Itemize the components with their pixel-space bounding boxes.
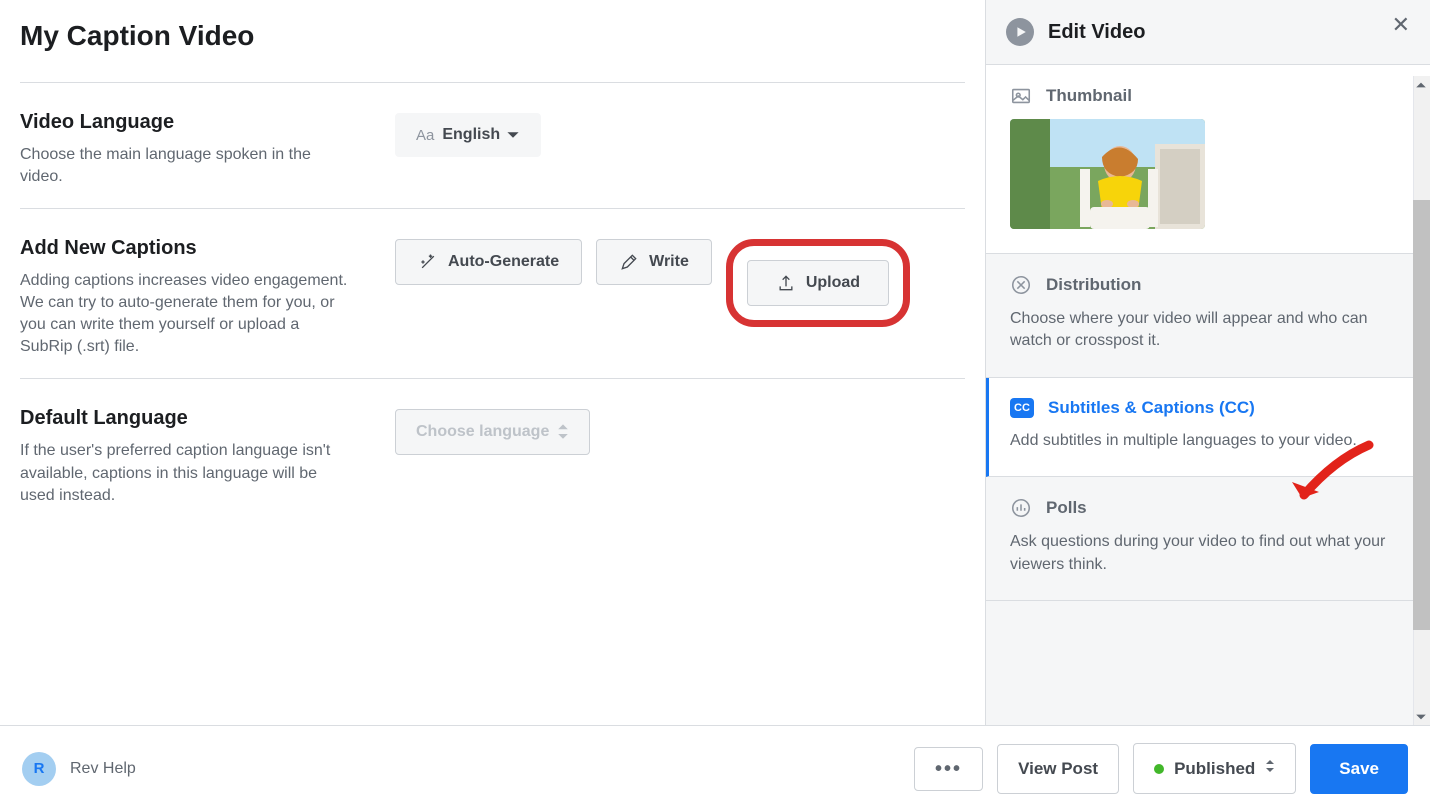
sort-icon (1265, 758, 1275, 774)
video-language-dropdown[interactable]: Aa English (395, 113, 541, 157)
play-icon (1006, 18, 1034, 46)
auto-generate-label: Auto-Generate (448, 253, 559, 271)
sidebar-item-distribution[interactable]: Distribution Choose where your video wil… (986, 254, 1430, 378)
write-label: Write (649, 253, 689, 271)
default-language-section: Default Language If the user's preferred… (20, 407, 965, 526)
magic-wand-icon (418, 252, 438, 272)
distribution-icon (1010, 274, 1032, 296)
scroll-down-button[interactable] (1415, 710, 1428, 723)
published-dropdown[interactable]: Published (1133, 743, 1296, 794)
add-captions-heading: Add New Captions (20, 237, 355, 260)
add-captions-section: Add New Captions Adding captions increas… (20, 237, 965, 379)
sidebar-title: Edit Video (1048, 21, 1145, 44)
avatar-name: Rev Help (70, 760, 136, 778)
caret-down-icon (506, 128, 520, 142)
upload-button[interactable]: Upload (747, 260, 889, 306)
pencil-icon (619, 252, 639, 272)
more-button[interactable]: ••• (914, 747, 983, 791)
page-title: My Caption Video (20, 20, 965, 52)
default-language-placeholder: Choose language (416, 423, 549, 441)
image-icon (1010, 85, 1032, 107)
divider (20, 82, 965, 83)
write-button[interactable]: Write (596, 239, 712, 285)
edit-video-sidebar: Edit Video ✕ Thumbnail (985, 0, 1430, 811)
avatar[interactable]: R (22, 752, 56, 786)
polls-label: Polls (1046, 498, 1087, 518)
default-language-desc: If the user's preferred caption language… (20, 440, 355, 506)
annotation-arrow-icon (1284, 440, 1374, 510)
polls-desc: Ask questions during your video to find … (1010, 531, 1406, 576)
distribution-label: Distribution (1046, 275, 1141, 295)
cc-icon: CC (1010, 398, 1034, 418)
published-label: Published (1174, 759, 1255, 779)
subtitles-label: Subtitles & Captions (CC) (1048, 398, 1255, 418)
view-post-button[interactable]: View Post (997, 744, 1119, 794)
default-language-heading: Default Language (20, 407, 355, 430)
status-dot-icon (1154, 764, 1164, 774)
save-button[interactable]: Save (1310, 744, 1408, 794)
text-icon: Aa (416, 127, 434, 144)
upload-highlight: Upload (726, 239, 910, 327)
video-language-heading: Video Language (20, 111, 355, 134)
scroll-up-button[interactable] (1415, 78, 1428, 91)
close-button[interactable]: ✕ (1392, 12, 1410, 38)
video-language-desc: Choose the main language spoken in the v… (20, 144, 355, 188)
sort-icon (557, 422, 569, 441)
scrollbar-thumb[interactable] (1413, 200, 1430, 630)
polls-icon (1010, 497, 1032, 519)
upload-icon (776, 273, 796, 293)
video-language-section: Video Language Choose the main language … (20, 111, 965, 209)
default-language-dropdown[interactable]: Choose language (395, 409, 590, 454)
sidebar-header: Edit Video (986, 0, 1430, 64)
footer-bar: R Rev Help ••• View Post Published Save (0, 725, 1430, 811)
main-panel: My Caption Video Video Language Choose t… (0, 0, 985, 811)
upload-label: Upload (806, 274, 860, 292)
sidebar-scroll: Thumbnail (986, 64, 1430, 811)
add-captions-desc: Adding captions increases video engageme… (20, 270, 355, 358)
distribution-desc: Choose where your video will appear and … (1010, 308, 1406, 353)
auto-generate-button[interactable]: Auto-Generate (395, 239, 582, 285)
thumbnail-label: Thumbnail (1046, 86, 1132, 106)
sidebar-item-thumbnail[interactable]: Thumbnail (986, 65, 1430, 254)
video-language-value: English (442, 126, 500, 144)
thumbnail-image[interactable] (1010, 119, 1205, 229)
